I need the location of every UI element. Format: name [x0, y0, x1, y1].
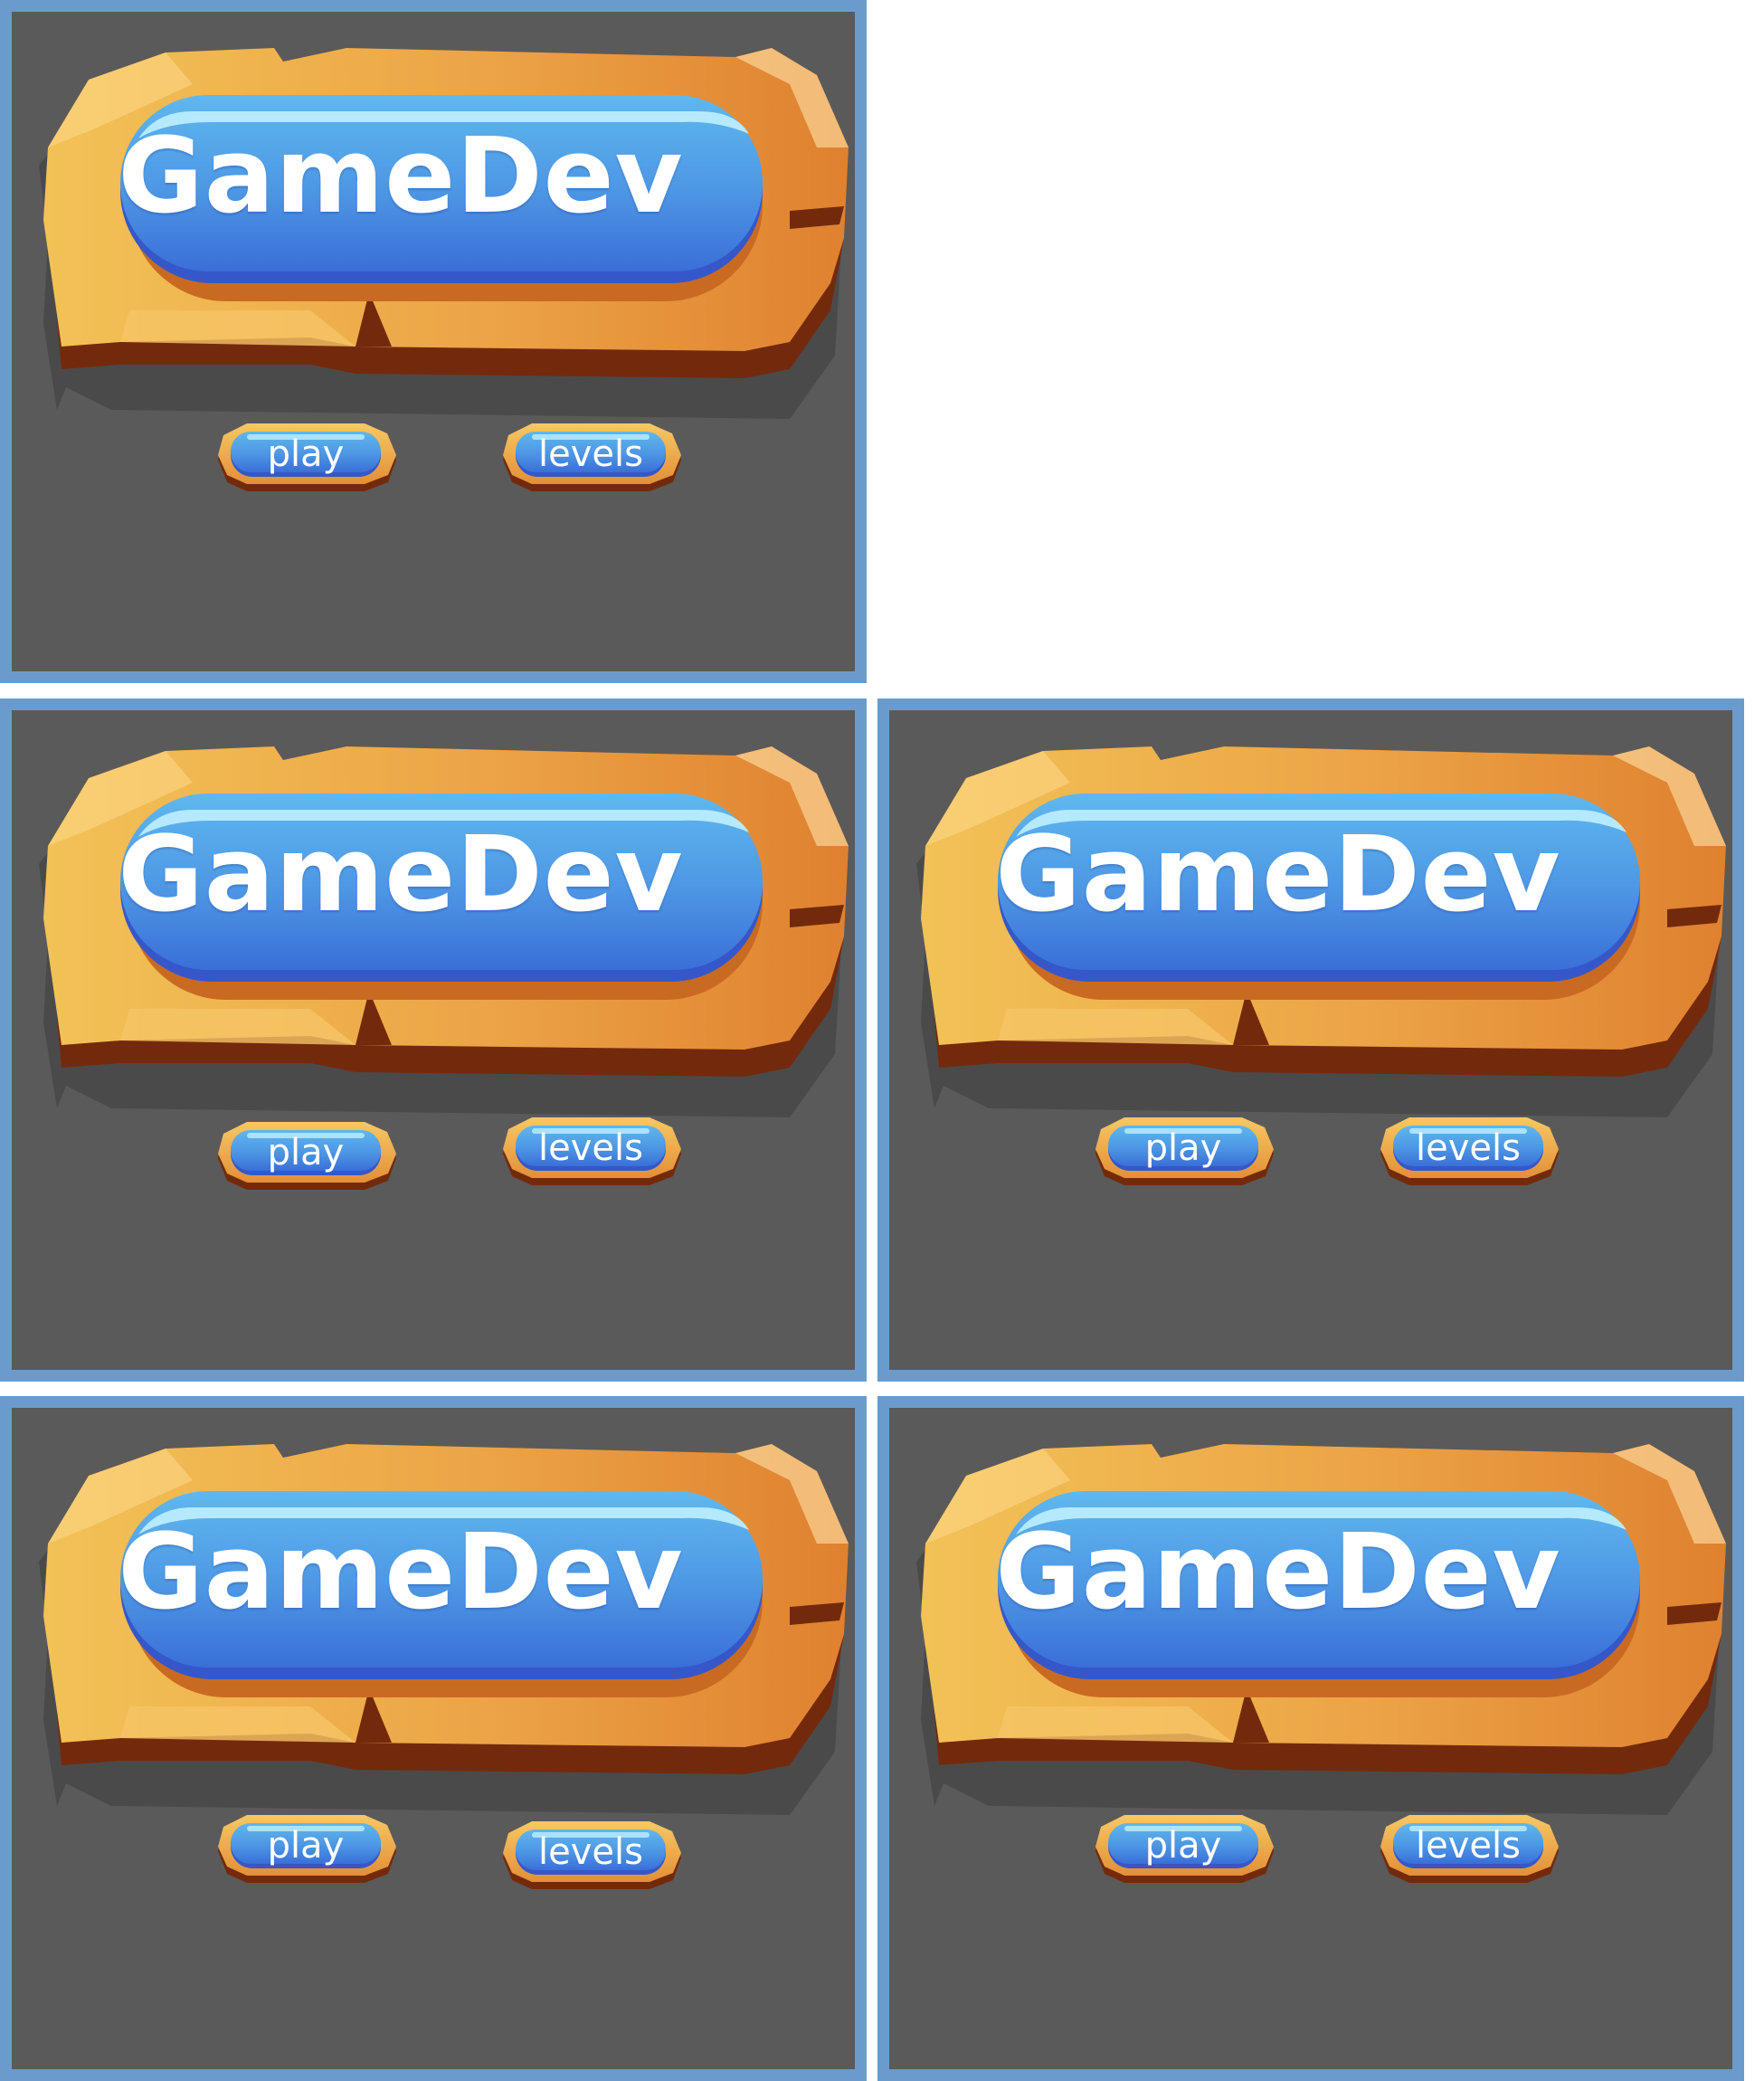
levels-button[interactable]: levels	[1373, 1810, 1563, 1888]
title-button-label[interactable]: GameDev	[962, 1512, 1595, 1633]
menu-panel-5: GameDev play levels	[877, 1396, 1744, 2081]
menu-panel-1: GameDev play levels	[0, 0, 867, 683]
play-label: play	[267, 1825, 345, 1867]
menu-panel-2: GameDev play levels	[0, 698, 867, 1382]
levels-button[interactable]: levels	[496, 1817, 686, 1895]
title-button-label[interactable]: GameDev	[962, 814, 1595, 936]
levels-button[interactable]: levels	[1373, 1113, 1563, 1191]
menu-panel-4: GameDev play levels	[0, 1396, 867, 2081]
play-button[interactable]: play	[211, 1117, 401, 1195]
levels-label: levels	[538, 1127, 643, 1169]
play-label: play	[1144, 1127, 1222, 1169]
play-button[interactable]: play	[211, 419, 401, 497]
title-button-label[interactable]: GameDev	[84, 116, 717, 237]
levels-label: levels	[1416, 1127, 1521, 1169]
title-button-label[interactable]: GameDev	[84, 1512, 717, 1633]
levels-label: levels	[538, 1831, 643, 1873]
menu-panel-3: GameDev play levels	[877, 698, 1744, 1382]
title-button-label[interactable]: GameDev	[84, 814, 717, 936]
play-button[interactable]: play	[1088, 1810, 1278, 1888]
play-label: play	[267, 1132, 345, 1174]
play-button[interactable]: play	[1088, 1113, 1278, 1191]
levels-label: levels	[1416, 1825, 1521, 1867]
play-button[interactable]: play	[211, 1810, 401, 1888]
levels-button[interactable]: levels	[496, 1113, 686, 1191]
play-label: play	[267, 433, 345, 475]
levels-button[interactable]: levels	[496, 419, 686, 497]
levels-label: levels	[538, 433, 643, 475]
play-label: play	[1144, 1825, 1222, 1867]
